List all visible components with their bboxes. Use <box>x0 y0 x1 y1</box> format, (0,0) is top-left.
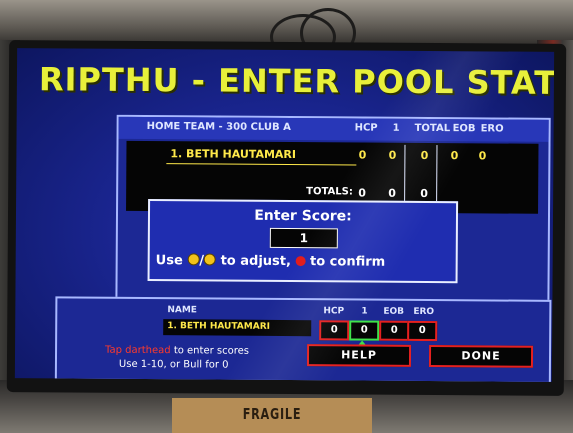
entry-panel: NAME HCP 1 EOB ERO 1. BETH HAUTAMARI 0 0… <box>54 296 552 382</box>
stats-header: HOME TEAM - 300 CLUB A HCP 1 TOTAL EOB E… <box>118 116 549 142</box>
entry-game1-field[interactable]: 0 <box>349 320 380 341</box>
player-ero: 0 <box>478 149 487 163</box>
column-divider <box>404 144 406 209</box>
col-ero-header: ERO <box>480 123 504 135</box>
player-name: 1. BETH HAUTAMARI <box>170 147 297 162</box>
player-total: 0 <box>420 148 429 163</box>
box-label: FRAGILE <box>242 405 302 423</box>
totals-label: TOTALS: <box>306 186 353 198</box>
hint-suffix: to confirm <box>309 254 386 270</box>
confirm-button-icon[interactable] <box>295 256 306 267</box>
column-divider <box>436 145 438 210</box>
entry-player-name: 1. BETH HAUTAMARI <box>167 321 271 332</box>
hint-mid: to adjust, <box>220 253 292 270</box>
col-game1-header: 1 <box>361 306 368 317</box>
score-hint: Use / to adjust, to confirm <box>155 253 386 270</box>
col-ero-header: ERO <box>413 306 435 318</box>
totals-game1: 0 <box>388 186 397 200</box>
col-game1-header: 1 <box>392 122 400 134</box>
team-header: HOME TEAM - 300 CLUB A <box>146 121 291 134</box>
player-underline <box>166 163 357 166</box>
adjust-down-icon[interactable] <box>187 253 200 266</box>
player-eob: 0 <box>450 149 459 163</box>
entry-player-row[interactable]: 1. BETH HAUTAMARI <box>163 319 312 337</box>
entry-eob-field[interactable]: 0 <box>379 320 410 341</box>
tap-hint-rest: to enter scores <box>173 345 250 357</box>
entry-ero-field[interactable]: 0 <box>407 320 438 342</box>
col-hcp-header: HCP <box>323 306 345 317</box>
done-button[interactable]: DONE <box>428 345 534 368</box>
totals-hcp: 0 <box>358 186 367 200</box>
page-title: RIPTHU - ENTER POOL STATS <box>38 60 555 103</box>
col-name-header: NAME <box>167 305 197 316</box>
player-hcp: 0 <box>358 148 367 162</box>
player-game1: 0 <box>388 148 397 162</box>
col-total-header: TOTAL <box>414 122 451 135</box>
tap-hint-highlight: Tap darthead <box>105 344 171 357</box>
tap-hint: Tap darthead to enter scores <box>105 345 249 357</box>
cardboard-box: FRAGILE <box>172 398 372 433</box>
col-eob-header: EOB <box>452 123 476 135</box>
totals-total: 0 <box>420 186 429 201</box>
col-eob-header: EOB <box>383 306 405 317</box>
use-hint: Use 1-10, or Bull for 0 <box>118 358 229 371</box>
score-dialog-title: Enter Score: <box>254 207 352 225</box>
score-value[interactable]: 1 <box>269 227 338 249</box>
enter-score-dialog: Enter Score: 1 Use / to adjust, to confi… <box>147 199 459 284</box>
monitor-screen: RIPTHU - ENTER POOL STATS HOME TEAM - 30… <box>14 48 555 382</box>
entry-hcp-field[interactable]: 0 <box>319 320 350 341</box>
hint-prefix: Use <box>155 253 183 269</box>
help-button[interactable]: HELP <box>306 344 412 367</box>
col-hcp-header: HCP <box>354 122 378 134</box>
adjust-up-icon[interactable] <box>204 253 217 266</box>
